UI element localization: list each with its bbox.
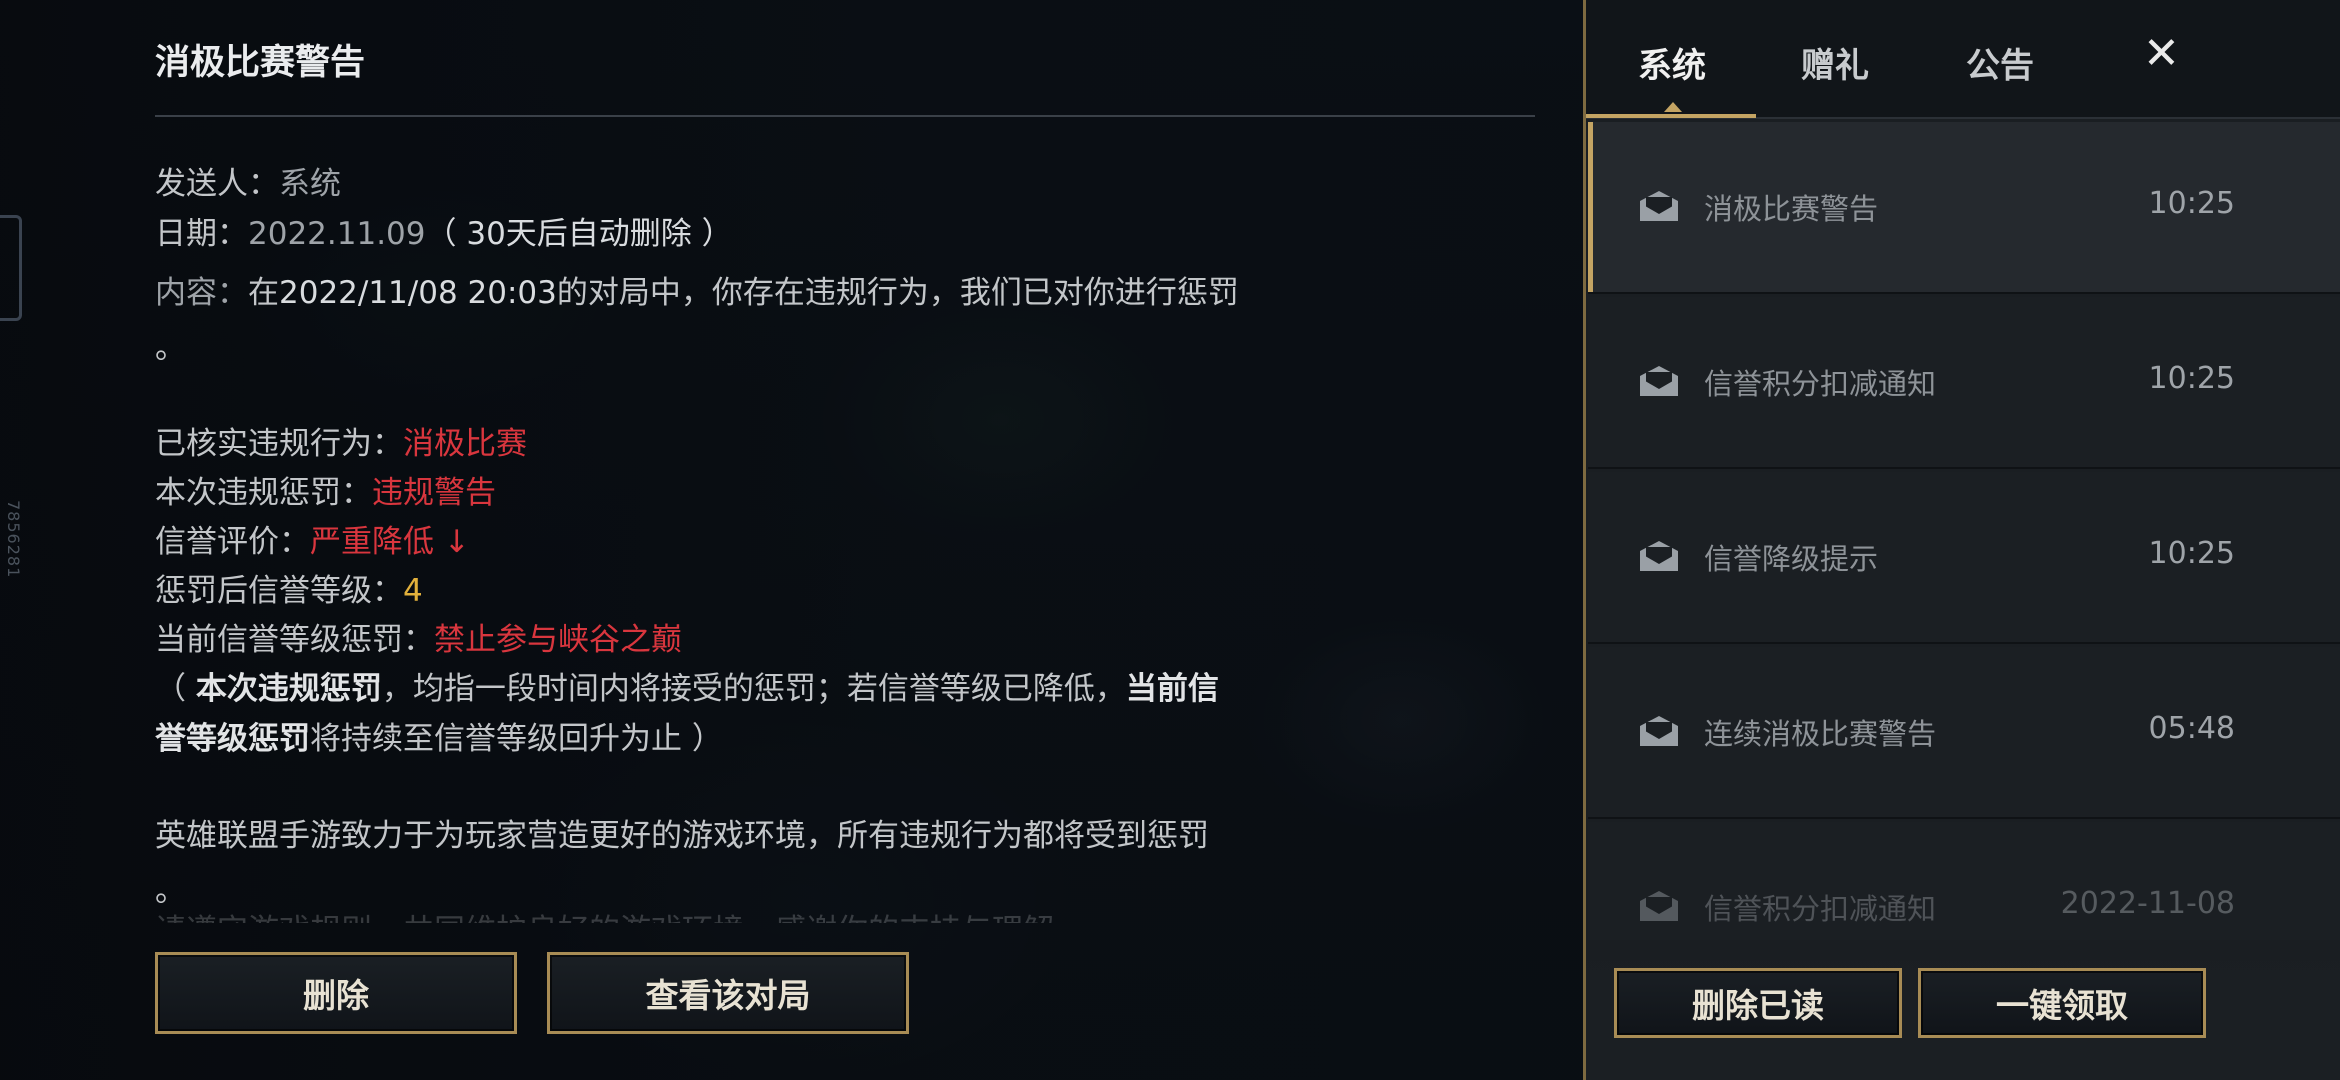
level-penalty-label: 当前信誉等级惩罚： — [155, 622, 434, 658]
open-envelope-icon — [1640, 716, 1678, 746]
date-label: 日期： — [155, 216, 248, 252]
level-line: 惩罚后信誉等级：4 — [155, 565, 423, 610]
mail-tabs: 系统 赠礼 公告 ✕ — [1586, 0, 2340, 119]
content-prefix: 在 — [248, 275, 279, 311]
mail-item[interactable]: 信誉降级提示 10:25 — [1588, 472, 2340, 644]
mail-title: 消极比赛警告 — [155, 43, 366, 83]
note-line-1: （ 本次违规惩罚，均指一段时间内将接受的惩罚；若信誉等级已降低，当前信 — [155, 663, 1219, 708]
note-bold-2b: 誉等级惩罚 — [155, 721, 310, 757]
violation-line: 已核实违规行为：消极比赛 — [155, 418, 527, 463]
mail-list-panel: 系统 赠礼 公告 ✕ 消极比赛警告 10:25 信誉积分扣减通知 10:25 信… — [1583, 0, 2340, 1080]
note-bold-2a: 当前信 — [1125, 671, 1219, 707]
credit-value: 严重降低 ↓ — [310, 524, 470, 560]
mail-subject: 信誉降级提示 — [1704, 542, 1879, 576]
panel-footer: 删除已读 一键领取 — [1586, 940, 2340, 1080]
tab-caret — [1664, 102, 1682, 112]
tab-system[interactable]: 系统 — [1638, 38, 1706, 87]
mail-time: 05:48 — [2148, 711, 2235, 746]
title-divider — [155, 115, 1535, 117]
mail-item[interactable]: 消极比赛警告 10:25 — [1588, 122, 2340, 294]
penalty-value: 违规警告 — [372, 475, 496, 511]
penalty-label: 本次违规惩罚： — [155, 475, 372, 511]
content-text: 的对局中，你存在违规行为，我们已对你进行惩罚 — [556, 275, 1239, 311]
violation-label: 已核实违规行为： — [155, 426, 403, 462]
delete-button[interactable]: 删除 — [155, 952, 517, 1034]
penalty-line: 本次违规惩罚：违规警告 — [155, 467, 496, 512]
auto-delete-note: （ 30天后自动删除 ） — [425, 216, 733, 252]
note-open: （ — [155, 671, 196, 707]
side-id: 7856281 — [4, 500, 23, 579]
note-mid: ，均指一段时间内将接受的惩罚；若信誉等级已降低， — [381, 671, 1126, 707]
content-end: 。 — [155, 330, 186, 366]
claim-all-button[interactable]: 一键领取 — [1918, 968, 2206, 1038]
open-envelope-icon — [1640, 191, 1678, 221]
mail-time: 10:25 — [2148, 361, 2235, 396]
sender-line: 发送人：系统 — [155, 158, 341, 203]
mail-time: 2022-11-08 — [2060, 886, 2235, 921]
mail-subject: 连续消极比赛警告 — [1704, 717, 1937, 751]
mail-subject: 信誉积分扣减通知 — [1704, 892, 1937, 926]
sender-value: 系统 — [279, 166, 341, 202]
closing-end: 。 — [155, 873, 186, 909]
open-envelope-icon — [1640, 541, 1678, 571]
mail-subject: 信誉积分扣减通知 — [1704, 367, 1937, 401]
edge-frame — [0, 215, 22, 321]
date-line: 日期：2022.11.09（ 30天后自动删除 ） — [155, 208, 733, 253]
sender-label: 发送人： — [155, 166, 279, 202]
mail-item[interactable]: 信誉积分扣减通知 10:25 — [1588, 297, 2340, 469]
content-label: 内容： — [155, 275, 248, 311]
tab-gifts[interactable]: 赠礼 — [1801, 38, 1869, 87]
mail-item[interactable]: 连续消极比赛警告 05:48 — [1588, 647, 2340, 819]
note-bold-1: 本次违规惩罚 — [195, 671, 382, 707]
violation-value: 消极比赛 — [403, 426, 527, 462]
mail-time: 10:25 — [2148, 536, 2235, 571]
content-line: 内容：在2022/11/08 20:03的对局中，你存在违规行为，我们已对你进行… — [155, 267, 1239, 312]
closing-text: 英雄联盟手游致力于为玩家营造更好的游戏环境，所有违规行为都将受到惩罚 — [155, 818, 1209, 854]
level-value: 4 — [403, 573, 423, 609]
content-datetime: 2022/11/08 20:03 — [279, 275, 557, 311]
note-end: 将持续至信誉等级回升为止 ） — [310, 721, 723, 757]
level-label: 惩罚后信誉等级： — [155, 573, 403, 609]
open-envelope-icon — [1640, 366, 1678, 396]
active-tab-underline — [1586, 114, 1756, 118]
mail-subject: 消极比赛警告 — [1704, 192, 1879, 226]
closing-cut-text: 请遵守游戏规则，共同维护良好的游戏环境，感谢你的支持与理解。 — [155, 905, 1085, 923]
mail-time: 10:25 — [2148, 186, 2235, 221]
level-penalty-value: 禁止参与峡谷之巅 — [434, 622, 682, 658]
date-value: 2022.11.09 — [248, 216, 426, 252]
level-penalty-line: 当前信誉等级惩罚：禁止参与峡谷之巅 — [155, 614, 682, 659]
open-envelope-icon — [1640, 891, 1678, 921]
credit-label: 信誉评价： — [155, 524, 310, 560]
credit-line: 信誉评价：严重降低 ↓ — [155, 516, 470, 561]
selected-indicator — [1588, 122, 1593, 292]
note-line-2: 誉等级惩罚将持续至信誉等级回升为止 ） — [155, 713, 723, 758]
view-match-button[interactable]: 查看该对局 — [547, 952, 909, 1034]
delete-read-button[interactable]: 删除已读 — [1614, 968, 1902, 1038]
tab-announcements[interactable]: 公告 — [1966, 38, 2034, 87]
mail-detail: 消极比赛警告 发送人：系统 日期：2022.11.09（ 30天后自动删除 ） … — [155, 0, 1535, 1080]
close-icon[interactable]: ✕ — [2143, 28, 2180, 79]
